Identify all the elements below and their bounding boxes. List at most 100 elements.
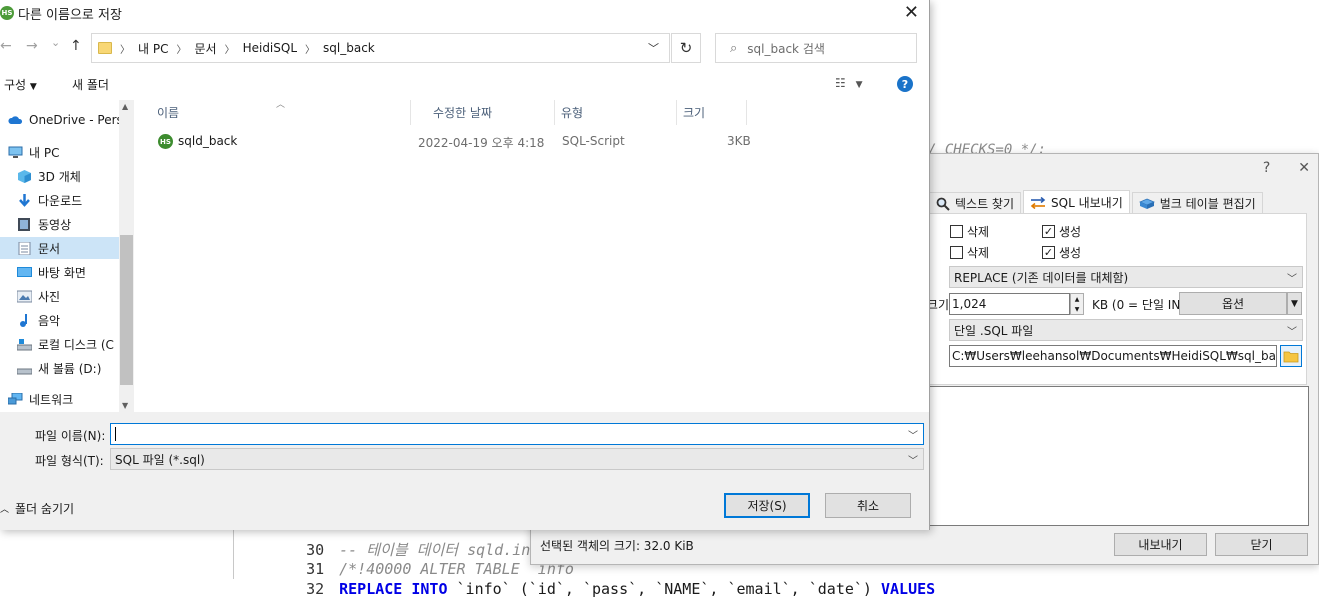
up-arrow-icon[interactable]: ↑ xyxy=(70,38,82,54)
column-header-size[interactable]: 크기 xyxy=(677,100,747,125)
sidebar-item-label: 새 볼륨 (D:) xyxy=(38,361,102,376)
sidebar-scrollbar[interactable]: ▲ ▼ xyxy=(119,100,134,412)
cancel-button[interactable]: 취소 xyxy=(825,493,911,518)
organize-menu[interactable]: 구성 ▼ xyxy=(4,76,37,93)
sidebar-item-label: 음악 xyxy=(38,313,61,328)
help-button[interactable]: ? xyxy=(1263,160,1270,176)
checkbox-checked[interactable]: ✓ xyxy=(1042,246,1055,259)
filename-label: 파일 이름(N): xyxy=(35,429,106,443)
breadcrumb-item[interactable]: 내 PC xyxy=(138,40,168,57)
sidebar-item-network[interactable]: 네트워크 xyxy=(8,388,127,410)
breadcrumb-item[interactable]: sql_back xyxy=(323,41,375,55)
sidebar-item-label: 다운로드 xyxy=(38,193,83,208)
create-checkbox-1[interactable]: ✓ 생성 xyxy=(1042,223,1081,240)
chevron-down-icon[interactable]: ﹀ xyxy=(908,427,918,442)
tab-label: 벌크 테이블 편집기 xyxy=(1159,197,1256,211)
options-dropdown-button[interactable]: ▼ xyxy=(1287,292,1302,315)
close-icon[interactable]: ✕ xyxy=(904,2,919,23)
onedrive-icon xyxy=(8,115,23,124)
column-header-modified[interactable]: 수정한 날짜 xyxy=(411,100,555,125)
tab-bulk-table-edit[interactable]: 벌크 테이블 편집기 xyxy=(1131,192,1263,214)
checkbox-label: 삭제 xyxy=(967,246,990,260)
chevron-right-icon: 〉 xyxy=(224,44,235,56)
options-button[interactable]: 옵션 xyxy=(1179,292,1287,315)
save-as-dialog: HS 다른 이름으로 저장 ✕ ← → ⌄ ↑ 〉 내 PC 〉 문서 〉 He… xyxy=(0,0,930,530)
help-icon[interactable]: ? xyxy=(897,76,913,92)
caret-down-icon: ▼ xyxy=(1291,298,1298,309)
drop-checkbox-1[interactable]: 삭제 xyxy=(950,223,989,240)
close-dialog-button[interactable]: 닫기 xyxy=(1215,533,1308,556)
output-mode-select[interactable]: 단일 .SQL 파일 ﹀ xyxy=(949,319,1303,341)
tab-label: SQL 내보내기 xyxy=(1051,196,1123,210)
export-button[interactable]: 내보내기 xyxy=(1114,533,1207,556)
export-tabs: 텍스트 찾기 SQL 내보내기 벌크 테이블 편집기 xyxy=(929,190,1265,214)
chevron-down-icon: ﹀ xyxy=(1287,274,1297,285)
chevron-down-icon[interactable]: ﹀ xyxy=(648,40,659,56)
sidebar-item-videos[interactable]: 동영상 xyxy=(17,213,134,235)
video-icon xyxy=(18,217,30,231)
sidebar-item-volume-d[interactable]: 새 볼륨 (D:) xyxy=(17,357,134,379)
address-bar[interactable]: 〉 내 PC 〉 문서 〉 HeidiSQL 〉 sql_back ﹀ xyxy=(91,33,670,63)
file-size: 3KB xyxy=(727,134,751,148)
close-button[interactable]: ✕ xyxy=(1298,160,1310,176)
tab-sql-export[interactable]: SQL 내보내기 xyxy=(1023,190,1130,214)
create-checkbox-2[interactable]: ✓ 생성 xyxy=(1042,244,1081,261)
export-arrows-icon xyxy=(1030,196,1046,209)
sidebar-item-label: 3D 개체 xyxy=(38,169,81,184)
drive-icon xyxy=(17,338,32,350)
breadcrumb-item[interactable]: 문서 xyxy=(194,40,216,57)
new-folder-button[interactable]: 새 폴더 xyxy=(72,76,109,93)
checkbox-unchecked[interactable] xyxy=(950,225,963,238)
cancel-button-label: 취소 xyxy=(856,499,880,513)
sidebar-item-local-disk-c[interactable]: 로컬 디스크 (C xyxy=(17,333,134,355)
selected-size-status: 선택된 객체의 크기: 32.0 KiB xyxy=(540,539,694,553)
spin-down-icon[interactable]: ▼ xyxy=(1075,306,1080,313)
output-file-path[interactable]: C:₩Users₩leehansol₩Documents₩HeidiSQL₩sq… xyxy=(949,345,1277,367)
organize-label: 구성 xyxy=(4,78,27,92)
file-row[interactable]: HS sqld_back 2022-04-19 오후 4:18 SQL-Scri… xyxy=(135,130,929,152)
hide-folders-toggle[interactable]: ︿ 폴더 숨기기 xyxy=(0,500,74,517)
drive-icon xyxy=(17,368,32,374)
save-dialog-titlebar[interactable]: HS 다른 이름으로 저장 ✕ xyxy=(0,0,929,26)
checkbox-checked[interactable]: ✓ xyxy=(1042,225,1055,238)
search-input[interactable]: ⌕ sql_back 검색 xyxy=(715,33,917,63)
sidebar-item-pictures[interactable]: 사진 xyxy=(17,285,134,307)
sidebar-item-downloads[interactable]: 다운로드 xyxy=(17,189,134,211)
sidebar-item-music[interactable]: 음악 xyxy=(17,309,134,331)
forward-arrow-icon[interactable]: → xyxy=(26,38,38,54)
sidebar-item-3d-objects[interactable]: 3D 개체 xyxy=(17,165,134,187)
code-line-32[interactable]: 32 REPLACE INTO `info` (`id`, `pass`, `NA… xyxy=(240,562,935,616)
filename-input[interactable]: ﹀ xyxy=(110,423,924,445)
column-label: 이름 xyxy=(157,106,180,120)
column-header-name[interactable]: 이름 ︿ xyxy=(135,100,411,125)
browse-folder-button[interactable] xyxy=(1280,345,1302,367)
back-arrow-icon[interactable]: ← xyxy=(0,38,12,54)
file-list[interactable]: 이름 ︿ 수정한 날짜 유형 크기 HS sqld_back 2022-04-1… xyxy=(135,100,929,412)
sql-keyword: VALUES xyxy=(880,580,936,598)
size-spinner[interactable]: ▲ ▼ xyxy=(1070,293,1084,315)
sidebar-item-documents[interactable]: 문서 xyxy=(0,237,119,259)
size-input[interactable]: 1,024 xyxy=(949,293,1070,315)
scroll-thumb[interactable] xyxy=(120,235,133,385)
scroll-up-icon[interactable]: ▲ xyxy=(122,102,128,111)
sidebar-item-onedrive[interactable]: OneDrive - Perso xyxy=(8,109,130,131)
save-button[interactable]: 저장(S) xyxy=(724,493,810,518)
network-icon xyxy=(8,392,23,404)
scroll-down-icon[interactable]: ▼ xyxy=(122,401,128,410)
sidebar-item-desktop[interactable]: 바탕 화면 xyxy=(17,261,134,283)
view-options-icon[interactable]: ☷ ▼ xyxy=(835,76,863,90)
checkbox-unchecked[interactable] xyxy=(950,246,963,259)
refresh-button[interactable]: ↻ xyxy=(671,33,701,63)
sidebar-item-my-pc[interactable]: 내 PC xyxy=(8,141,127,163)
export-button-label: 내보내기 xyxy=(1138,538,1183,552)
data-mode-select[interactable]: REPLACE (기존 데이터를 대체함) ﹀ xyxy=(949,266,1303,288)
export-log-box[interactable] xyxy=(929,386,1309,526)
sidebar-item-label: 네트워크 xyxy=(29,392,74,407)
breadcrumb-item[interactable]: HeidiSQL xyxy=(243,41,297,55)
tab-text-search[interactable]: 텍스트 찾기 xyxy=(929,192,1022,214)
spin-up-icon[interactable]: ▲ xyxy=(1075,296,1080,303)
column-header-type[interactable]: 유형 xyxy=(555,100,677,125)
filetype-select[interactable]: SQL 파일 (*.sql) ﹀ xyxy=(110,448,924,470)
drop-checkbox-2[interactable]: 삭제 xyxy=(950,244,989,261)
recent-locations-icon[interactable]: ⌄ xyxy=(51,36,60,49)
